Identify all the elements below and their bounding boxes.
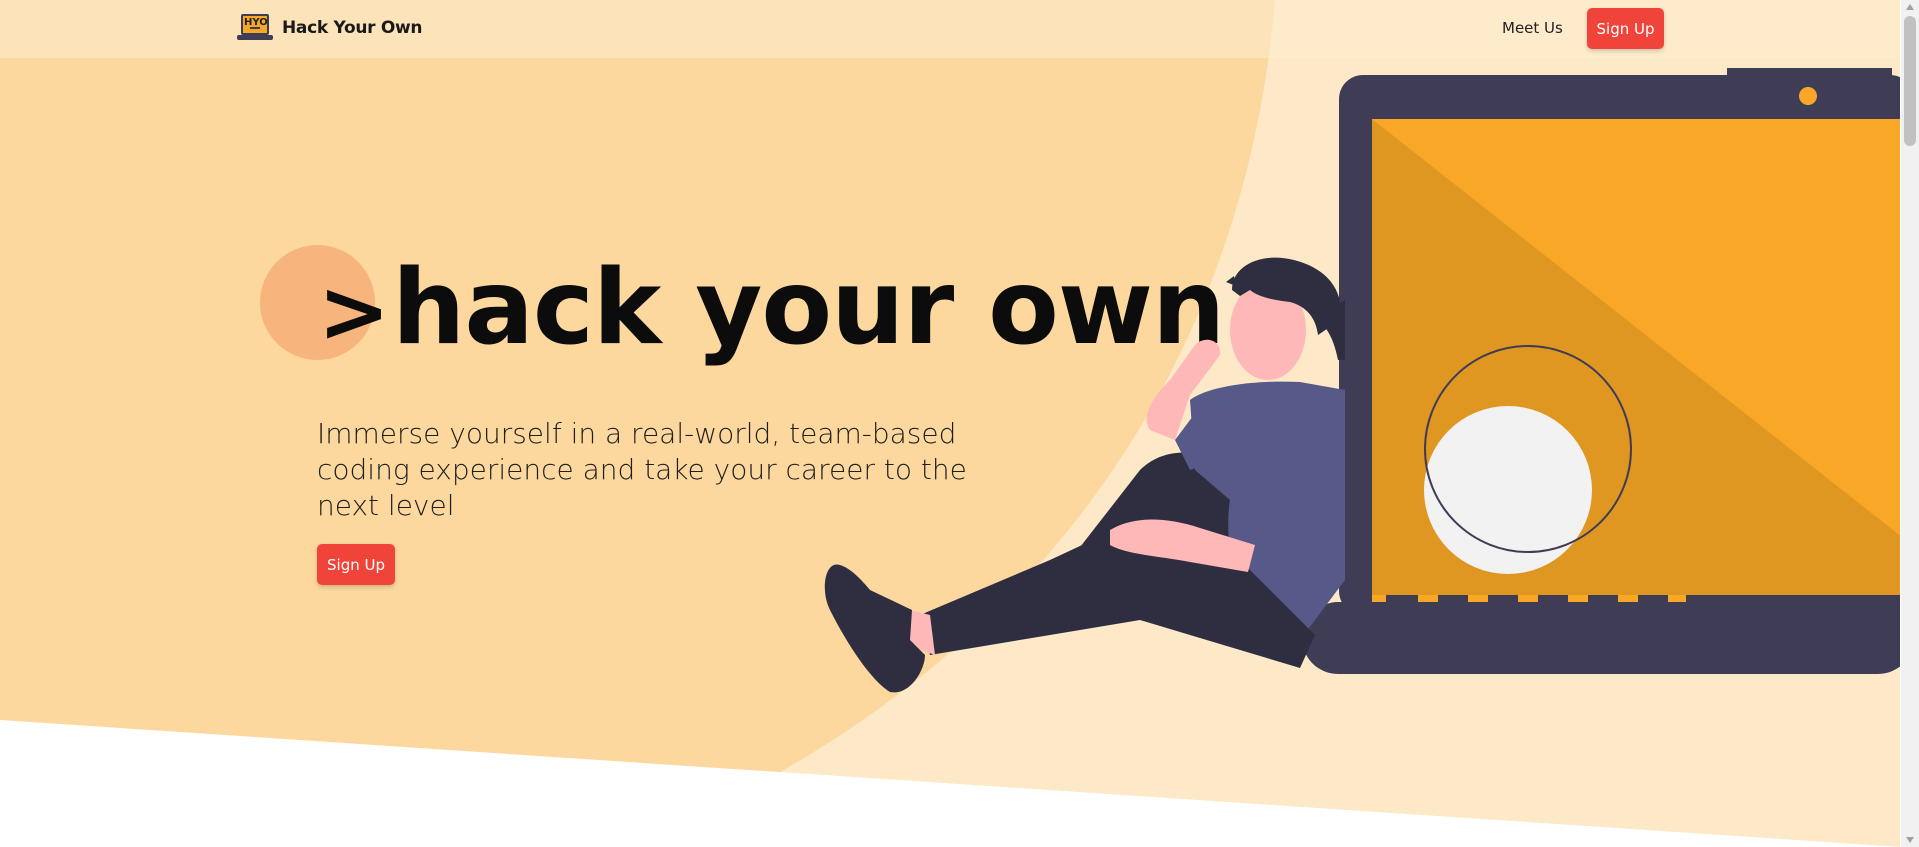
scrollbar[interactable] bbox=[1901, 0, 1919, 847]
page: HYO Hack Your Own Meet Us Sign Up > hack… bbox=[0, 0, 1900, 847]
scroll-up-arrow-icon[interactable] bbox=[1906, 4, 1914, 10]
laptop-illustration bbox=[1302, 68, 1900, 674]
person-with-laptop-illustration bbox=[824, 68, 1900, 693]
scroll-thumb[interactable] bbox=[1904, 16, 1916, 146]
person-illustration bbox=[824, 257, 1345, 693]
scroll-down-arrow-icon[interactable] bbox=[1906, 837, 1914, 843]
